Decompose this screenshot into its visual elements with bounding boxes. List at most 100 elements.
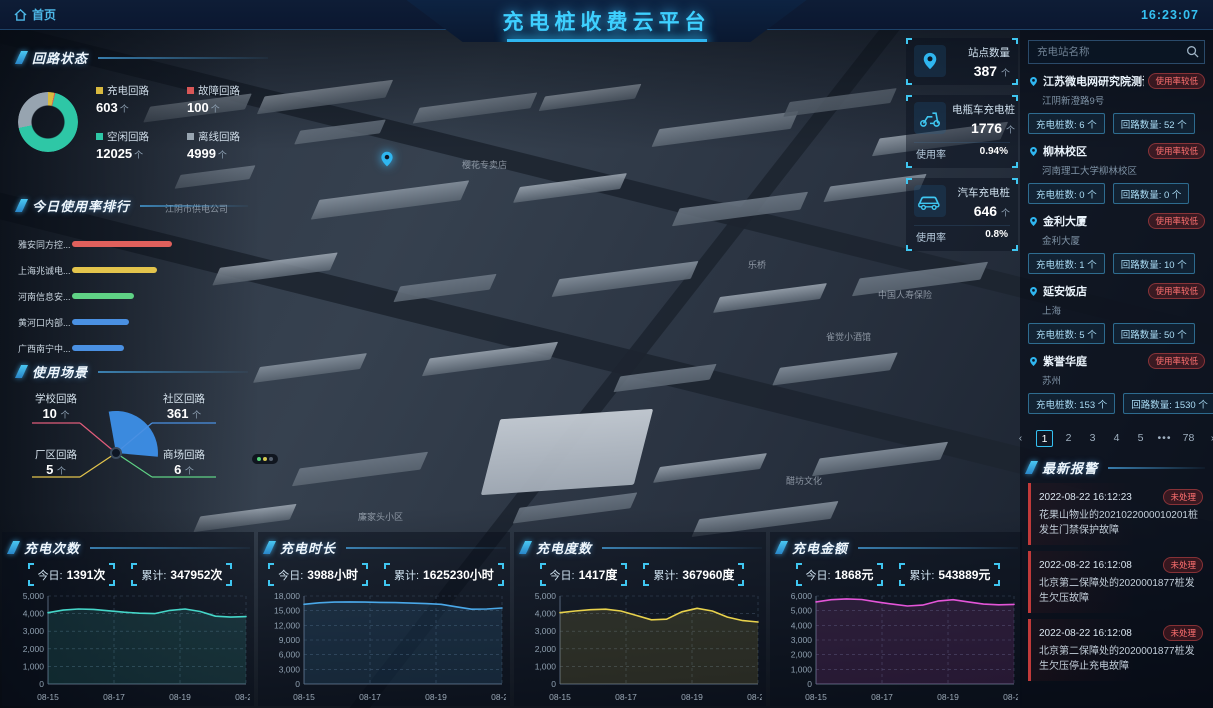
alarm-message: 北京第二保障处的2020001877桩发生欠压故障: [1039, 578, 1195, 604]
station-name: 金利大厦: [1043, 216, 1087, 228]
corner-bracket: [994, 563, 1001, 569]
corner-bracket: [1012, 38, 1018, 44]
stat-value: 1776 个: [970, 120, 1015, 136]
alarm-item[interactable]: 2022-08-22 16:12:08 未处理 北京第二保障处的2020001877…: [1028, 551, 1205, 613]
section-slash-icon: [262, 541, 277, 554]
station-pin-icon: [1028, 356, 1039, 367]
pagination-ellipsis: •••: [1157, 431, 1172, 444]
chart-title: 充电度数: [536, 541, 593, 556]
corner-bracket: [27, 580, 34, 586]
station-list-item[interactable]: 延安饭店 使用率较低 上海 充电桩数: 5 个回路数量: 50 个: [1028, 274, 1205, 344]
section-line: [140, 204, 248, 207]
pagination-page[interactable]: 4: [1108, 430, 1125, 447]
usage-low-badge: 使用率较低: [1148, 283, 1205, 299]
bottom-charts-strip: 充电次数 今日: 1391次 累计: 347952次 0 1,000 2,000 3,000 4,…: [2, 532, 1022, 706]
corner-bracket: [906, 95, 912, 101]
panel-circuit-status: 回路状态 充电回路 603 个 故障回路 100 个空闲回路 12025 个 离线回路 4999 个: [14, 48, 268, 161]
legend-label: 故障回路: [198, 85, 240, 97]
station-list-item[interactable]: 紫誉华庭 使用率较低 苏州 充电桩数: 153 个回路数量: 1530 个: [1028, 344, 1213, 414]
corner-bracket: [877, 580, 884, 586]
corner-bracket: [539, 580, 546, 586]
corner-bracket: [906, 79, 912, 85]
map-place-label: 乐桥: [748, 260, 767, 270]
stat-rate-row: 使用率 0.94%: [914, 142, 1010, 162]
stat-value: 387 个: [973, 63, 1010, 79]
corner-bracket: [131, 580, 138, 586]
ranking-row: 上海兆诚电...: [18, 257, 248, 283]
corner-bracket: [906, 178, 912, 184]
pagination-page[interactable]: 1: [1036, 429, 1053, 447]
corner-bracket: [1012, 79, 1018, 85]
ranking-label: 广西南宁中...: [18, 343, 71, 354]
svg-text:3,000: 3,000: [791, 635, 813, 645]
svg-text:2,000: 2,000: [535, 644, 557, 654]
corner-bracket: [906, 162, 912, 168]
map-station-pin[interactable]: [378, 150, 396, 168]
map-building: [772, 352, 898, 386]
pagination-page[interactable]: 3: [1084, 430, 1101, 447]
today-stat: 今日: 1391次: [27, 563, 116, 586]
search-icon[interactable]: [1186, 45, 1199, 58]
map-place-label: 廉家头小区: [358, 512, 404, 522]
legend-value: 603 个: [96, 100, 129, 115]
ranking-label: 上海兆诚电...: [18, 265, 71, 276]
chart-panel-3: 充电度数 今日: 1417度 累计: 367960度 0 1,000 2,000 3,000 4,…: [514, 532, 766, 706]
map-building: [811, 441, 949, 477]
corner-bracket: [795, 580, 802, 586]
station-list-item[interactable]: 柳林校区 使用率较低 河南理工大学柳林校区 充电桩数: 0 个回路数量: 0 个: [1028, 134, 1205, 204]
corner-bracket: [1012, 95, 1018, 101]
home-label: 首页: [32, 8, 57, 22]
section-title: 使用场景: [32, 365, 89, 380]
circuit-count-tag: 回路数量: 0 个: [1112, 183, 1190, 204]
clock: 16:23:07: [1140, 7, 1199, 22]
alarm-time: 2022-08-22 16:12:08: [1039, 559, 1132, 571]
map-building: [421, 341, 559, 377]
site-stat-card: 站点数量 387 个: [906, 38, 1018, 85]
alarm-unhandled-badge: 未处理: [1163, 489, 1203, 505]
section-line: [1108, 466, 1205, 469]
ranking-bar: [72, 267, 157, 273]
corner-bracket: [1012, 178, 1018, 184]
svg-text:1,000: 1,000: [535, 661, 557, 671]
scene-label: 学校回路 10 个: [35, 393, 77, 421]
chart-stats: 今日: 3988小时 累计: 1625230小时: [266, 563, 506, 586]
svg-text:08-21: 08-21: [747, 692, 762, 702]
svg-text:08-19: 08-19: [425, 692, 447, 702]
corner-bracket: [109, 580, 116, 586]
pagination-page[interactable]: 2: [1060, 430, 1077, 447]
pagination-page[interactable]: 5: [1132, 430, 1149, 447]
station-list-item[interactable]: 金利大厦 使用率较低 金利大厦 充电桩数: 1 个回路数量: 10 个: [1028, 204, 1205, 274]
circuit-count-tag: 回路数量: 50 个: [1112, 323, 1195, 344]
station-list-item[interactable]: 江苏微电网研究院测试 使用率较低 江阴新澄路9号 充电桩数: 6 个回路数量: 52 …: [1028, 64, 1205, 134]
panel-site-stats: 站点数量 387 个电瓶车充电桩 1776 个使用率 0.94% 汽车充电桩 646 个使…: [906, 38, 1018, 261]
alarm-item[interactable]: 2022-08-22 16:12:23 未处理 花果山物业的202102200001…: [1028, 483, 1205, 545]
home-button[interactable]: 首页: [14, 6, 56, 23]
ranking-label: 雅安同方控...: [18, 239, 71, 250]
site-stat-card: 电瓶车充电桩 1776 个使用率 0.94%: [906, 95, 1018, 168]
corner-bracket: [383, 580, 390, 586]
pagination-page[interactable]: 78: [1180, 430, 1197, 447]
legend-swatch: [187, 87, 194, 94]
section-line: [346, 546, 506, 549]
rate-value: 0.94%: [979, 146, 1008, 157]
alarm-item[interactable]: 2022-08-22 16:12:08 未处理 北京第二保障处的2020001877…: [1028, 619, 1205, 681]
map-building: [310, 180, 470, 220]
svg-text:08-21: 08-21: [235, 692, 250, 702]
total-stat: 累计: 367960度: [643, 563, 745, 586]
today-stat: 今日: 3988小时: [268, 563, 368, 586]
chart-panel-2: 充电时长 今日: 3988小时 累计: 1625230小时 0 3,000 6,000 9,00…: [258, 532, 510, 706]
legend-swatch: [187, 133, 194, 140]
rate-label: 使用率: [916, 233, 946, 244]
chart-title: 充电次数: [24, 541, 81, 556]
total-stat: 累计: 347952次: [131, 563, 233, 586]
pagination-next[interactable]: ›: [1204, 430, 1213, 447]
map-place-label: 樱花专卖店: [462, 160, 508, 170]
ranking-bar: [72, 345, 124, 351]
station-search-input[interactable]: [1028, 40, 1205, 64]
svg-text:08-19: 08-19: [937, 692, 959, 702]
station-pin-icon: [1028, 216, 1039, 227]
pagination-prev[interactable]: ‹: [1012, 430, 1029, 447]
pile-count-tag: 充电桩数: 1 个: [1028, 253, 1105, 274]
corner-bracket: [621, 580, 628, 586]
circuit-count-tag: 回路数量: 1530 个: [1123, 393, 1213, 414]
